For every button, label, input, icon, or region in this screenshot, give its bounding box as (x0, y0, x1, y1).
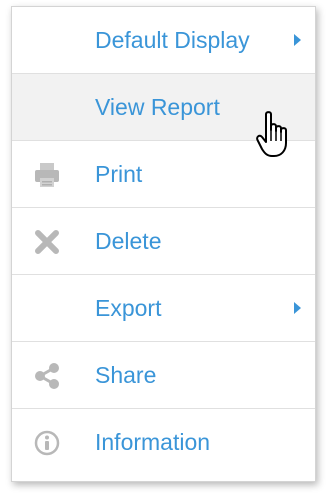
share-icon (32, 361, 62, 391)
menu-item-default-display[interactable]: Default Display (12, 7, 315, 74)
menu-item-information[interactable]: Information (12, 409, 315, 476)
submenu-arrow-icon (294, 302, 301, 314)
menu-item-label: Share (95, 362, 157, 388)
menu-item-label: Default Display (95, 27, 250, 53)
menu-item-label: Export (95, 295, 162, 321)
menu-item-export[interactable]: Export (12, 275, 315, 342)
menu-item-label: Print (95, 161, 143, 187)
hand-pointer-cursor-icon (256, 110, 296, 160)
x-close-icon (32, 227, 62, 257)
menu-item-share[interactable]: Share (12, 342, 315, 409)
menu-item-label: Information (95, 429, 211, 455)
menu-item-label: View Report (95, 94, 220, 120)
printer-icon (32, 160, 62, 190)
menu-item-label: Delete (95, 228, 162, 254)
info-circle-icon (32, 428, 62, 458)
submenu-arrow-icon (294, 34, 301, 46)
context-menu: Default Display View Report Print Delete… (11, 6, 316, 482)
menu-item-delete[interactable]: Delete (12, 208, 315, 275)
